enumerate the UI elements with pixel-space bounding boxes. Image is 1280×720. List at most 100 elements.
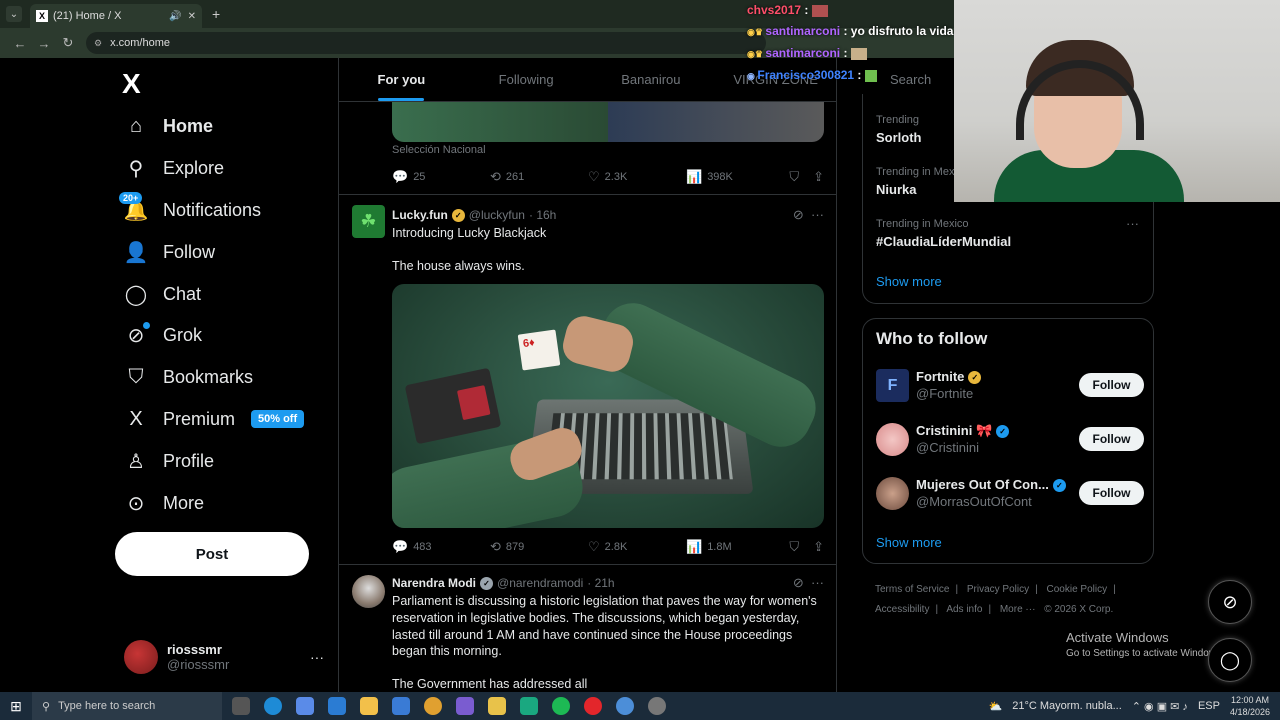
bookmark-icon[interactable]: ⛉ xyxy=(789,539,799,555)
opera-icon[interactable] xyxy=(584,697,602,715)
nav-item-profile[interactable]: ♙ Profile xyxy=(122,440,304,482)
trend-more-icon[interactable]: ··· xyxy=(1126,216,1139,231)
account-switcher[interactable]: riosssmr @riosssmr ··· xyxy=(124,640,324,674)
post-time[interactable]: · 16h xyxy=(529,208,556,222)
tab-bananirou[interactable]: Bananirou xyxy=(589,58,714,101)
app-icon[interactable] xyxy=(456,697,474,715)
tray-icons[interactable]: ⌃ ◉ ▣ ✉ ♪ xyxy=(1132,700,1188,713)
reply-icon: 💬 xyxy=(392,539,409,554)
close-tab-icon[interactable]: ✕ xyxy=(188,11,196,22)
footer-link[interactable]: Cookie Policy xyxy=(1047,584,1108,595)
bookmark-icon[interactable]: ⛉ xyxy=(789,169,799,185)
follow-show-more-link[interactable]: Show more xyxy=(876,535,942,550)
weather-text[interactable]: 21°C Mayorm. nubla... xyxy=(1012,700,1122,712)
views-button[interactable]: 📊 398K xyxy=(686,169,784,185)
grok-fab-icon[interactable]: ⊘ xyxy=(1208,580,1252,624)
nav-item-chat[interactable]: ◯ Chat xyxy=(122,273,304,315)
post-time[interactable]: · 21h xyxy=(587,576,614,590)
forward-icon[interactable]: → xyxy=(32,36,56,51)
language-indicator[interactable]: ESP xyxy=(1198,700,1220,712)
file-explorer-icon[interactable] xyxy=(488,697,506,715)
nav-item-premium[interactable]: X Premium 50% off xyxy=(122,399,305,441)
share-icon[interactable]: ⇪ xyxy=(813,169,824,185)
app-icon[interactable] xyxy=(424,697,442,715)
tab-for-you[interactable]: For you xyxy=(339,58,464,101)
windows-start-icon[interactable]: ⊞ xyxy=(0,698,32,715)
follow-button[interactable]: Follow xyxy=(1079,481,1144,505)
account-more-icon[interactable]: ··· xyxy=(310,649,324,665)
post-handle[interactable]: @narendramodi xyxy=(497,576,583,590)
speaker-icon[interactable]: 🔊 xyxy=(169,11,181,22)
search-icon: ⚲ xyxy=(128,158,144,181)
notification-count-badge: 20+ xyxy=(119,191,143,204)
trend-context: Trending xyxy=(876,114,920,126)
tab-following[interactable]: Following xyxy=(464,58,589,101)
post-author[interactable]: Lucky.fun xyxy=(392,208,448,222)
post-handle[interactable]: @luckyfun xyxy=(469,208,525,222)
avatar[interactable] xyxy=(352,575,385,608)
follow-suggestion[interactable]: F Fortnite ✓ @Fortnite Follow xyxy=(876,367,1144,407)
spotify-icon[interactable] xyxy=(552,697,570,715)
nav-item-grok[interactable]: ⊘ Grok xyxy=(122,315,304,357)
follow-suggestion[interactable]: Mujeres Out Of Con... ✓ @MorrasOutOfCont … xyxy=(876,475,1144,515)
reply-button[interactable]: 💬 25 xyxy=(392,169,490,185)
app-icon[interactable] xyxy=(520,697,538,715)
follow-button[interactable]: Follow xyxy=(1079,373,1144,397)
follow-button[interactable]: Follow xyxy=(1079,427,1144,451)
trends-show-more-link[interactable]: Show more xyxy=(876,274,942,289)
post-video[interactable]: 6♦ xyxy=(392,284,824,528)
like-button[interactable]: ♡ 2.8K xyxy=(588,539,686,555)
like-button[interactable]: ♡ 2.3K xyxy=(588,169,686,185)
nav-item-bookmarks[interactable]: ⛉ Bookmarks xyxy=(122,357,304,399)
vscode-icon[interactable] xyxy=(392,697,410,715)
tab-search-button[interactable]: ⌄ xyxy=(6,6,22,22)
footer-link[interactable]: Accessibility xyxy=(875,604,929,615)
post-text: Parliament is discussing a historic legi… xyxy=(392,594,817,659)
nav-item-notifications[interactable]: 🔔 20+ Notifications xyxy=(119,190,304,232)
messages-fab-icon[interactable]: ◯ xyxy=(1208,638,1252,682)
browser-tab[interactable]: X (21) Home / X 🔊 ✕ xyxy=(30,4,202,28)
footer-link[interactable]: Privacy Policy xyxy=(967,584,1029,595)
nav-item-home[interactable]: ⌂ Home xyxy=(122,106,304,148)
trend-item[interactable]: Trending Sorloth xyxy=(876,114,922,145)
trend-item[interactable]: Trending in Mexico #ClaudiaLíderMundial xyxy=(876,218,1011,249)
edge-icon[interactable] xyxy=(264,697,282,715)
previous-post-media[interactable] xyxy=(392,102,824,142)
post-author[interactable]: Narendra Modi xyxy=(392,576,476,590)
chrome-icon[interactable] xyxy=(616,697,634,715)
back-icon[interactable]: ← xyxy=(8,36,32,51)
nav-item-explore[interactable]: ⚲ Explore xyxy=(122,148,304,190)
nav-item-more[interactable]: ⊙ More xyxy=(122,482,304,524)
views-button[interactable]: 📊 1.8M xyxy=(686,539,784,555)
repost-button[interactable]: ⟲ 261 xyxy=(490,169,588,185)
x-logo-icon[interactable]: X xyxy=(122,68,141,100)
reply-button[interactable]: 💬 483 xyxy=(392,539,490,555)
post-more-icon[interactable]: ⊘ ··· xyxy=(793,207,824,223)
repost-button[interactable]: ⟲ 879 xyxy=(490,539,588,555)
store-icon[interactable] xyxy=(360,697,378,715)
copilot-icon[interactable] xyxy=(296,697,314,715)
clock-time: 12:00 AM xyxy=(1230,695,1269,705)
url-input[interactable]: ⚙ x.com/home xyxy=(86,32,766,54)
new-tab-button[interactable]: + xyxy=(212,6,220,22)
app-icon[interactable] xyxy=(328,697,346,715)
footer-more-link[interactable]: More ··· xyxy=(1000,604,1036,615)
nav-item-follow[interactable]: 👤 Follow xyxy=(122,231,304,273)
trend-item[interactable]: Trending in Mex Niurka xyxy=(876,166,954,197)
post-more-icon[interactable]: ⊘ ··· xyxy=(793,575,824,591)
footer-link[interactable]: Terms of Service xyxy=(875,584,949,595)
watermark-title: Activate Windows xyxy=(1066,630,1169,645)
post-button[interactable]: Post xyxy=(115,532,309,576)
taskbar-search-input[interactable]: ⚲ Type here to search xyxy=(32,692,222,720)
reload-icon[interactable]: ↻ xyxy=(56,35,80,51)
footer-link[interactable]: Ads info xyxy=(946,604,982,615)
follow-suggestion[interactable]: Cristinini 🎀 ✓ @Cristinini Follow xyxy=(876,421,1144,461)
post-modi[interactable]: Narendra Modi ✓ @narendramodi · 21h ⊘ ··… xyxy=(339,565,836,692)
media-caption: Selección Nacional xyxy=(392,144,486,156)
task-view-icon[interactable] xyxy=(232,697,250,715)
share-icon[interactable]: ⇪ xyxy=(813,539,824,555)
clover-avatar-icon[interactable]: ☘ xyxy=(352,205,385,238)
clock[interactable]: 12:00 AM 4/18/2026 xyxy=(1230,694,1270,718)
site-info-icon[interactable]: ⚙ xyxy=(94,38,102,49)
obs-icon[interactable] xyxy=(648,697,666,715)
